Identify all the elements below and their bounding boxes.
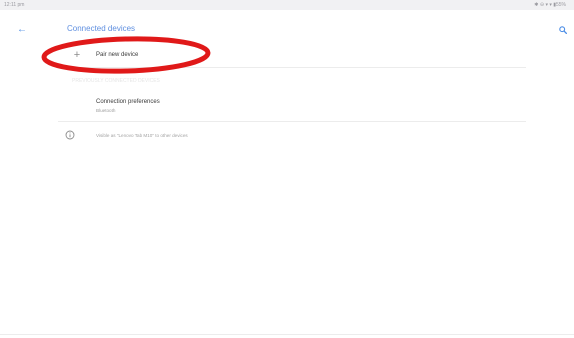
- search-button[interactable]: [556, 23, 570, 37]
- divider: [58, 67, 526, 68]
- settings-screen: 12:11 pm ✱ ⊖ ▾ ▾ ▮55% ← Connected device…: [0, 0, 574, 338]
- status-time: 12:11 pm: [4, 2, 25, 8]
- connection-preferences-subtitle: Bluetooth: [96, 108, 116, 113]
- page-title: Connected devices: [67, 24, 136, 33]
- back-button[interactable]: ←: [15, 23, 29, 37]
- app-bar: ← Connected devices: [0, 14, 574, 46]
- plus-icon: +: [73, 49, 81, 61]
- pair-new-device-item[interactable]: + Pair new device: [0, 46, 574, 68]
- divider: [58, 121, 526, 122]
- connection-preferences-item[interactable]: Connection preferences Bluetooth: [0, 94, 574, 118]
- previously-connected-header: PREVIOUSLY CONNECTED DEVICES: [72, 78, 160, 84]
- visibility-info: Visible as "Lenovo Tab M10" to other dev…: [0, 129, 574, 145]
- status-bar: 12:11 pm ✱ ⊖ ▾ ▾ ▮55%: [0, 0, 574, 10]
- search-icon: [559, 26, 567, 34]
- pair-new-device-label: Pair new device: [96, 52, 139, 58]
- bottom-divider: [0, 334, 574, 335]
- arrow-left-icon: ←: [17, 24, 27, 35]
- info-icon: [65, 130, 75, 140]
- status-indicators: ✱ ⊖ ▾ ▾ ▮55%: [534, 2, 566, 8]
- connection-preferences-title: Connection preferences: [96, 99, 160, 105]
- visibility-info-text: Visible as "Lenovo Tab M10" to other dev…: [96, 133, 188, 138]
